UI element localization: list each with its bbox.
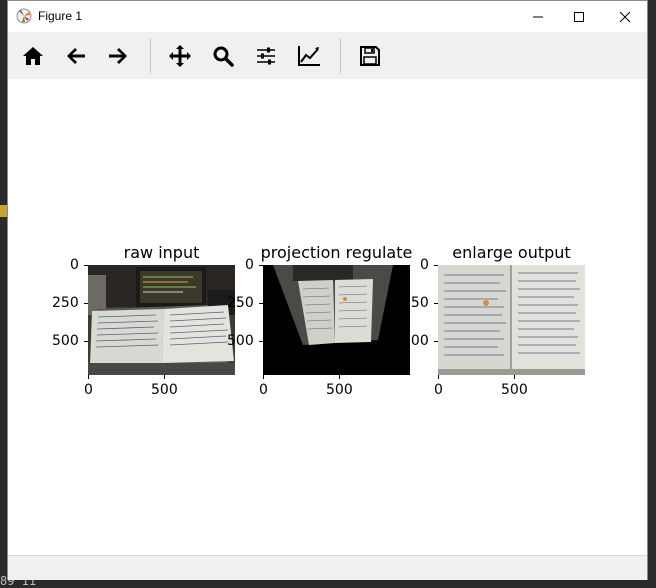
close-icon bbox=[619, 11, 631, 22]
minimize-button[interactable] bbox=[515, 1, 561, 32]
xtick-mark bbox=[438, 375, 439, 379]
ytick-label: 0 bbox=[70, 257, 79, 273]
xtick-mark bbox=[263, 375, 264, 379]
forward-arrow-icon bbox=[109, 48, 127, 64]
ytick-label: 0 bbox=[420, 257, 429, 273]
edit-axis-icon bbox=[298, 46, 320, 66]
zoom-icon bbox=[213, 46, 234, 67]
ytick-mark bbox=[434, 303, 438, 304]
ytick-label: 250 bbox=[52, 295, 79, 311]
raw-notebook-photo bbox=[88, 265, 235, 375]
ytick-mark bbox=[259, 303, 263, 304]
status-bar bbox=[8, 555, 647, 580]
xtick-mark bbox=[164, 375, 165, 379]
xtick-label: 0 bbox=[84, 382, 93, 398]
xtick-mark bbox=[88, 375, 89, 379]
edit-axis-button[interactable] bbox=[291, 38, 327, 74]
projection-regulate-image bbox=[263, 265, 410, 375]
subplot-title-enlarge-output: enlarge output bbox=[452, 243, 571, 262]
raw-input-image bbox=[88, 265, 235, 375]
back-button[interactable] bbox=[58, 38, 94, 74]
ytick-mark bbox=[259, 265, 263, 266]
figure-window: Figure 1 raw input 0 250 500 0 500 proje… bbox=[7, 0, 648, 580]
close-button[interactable] bbox=[602, 1, 648, 32]
maximize-icon bbox=[574, 11, 584, 22]
window-title: Figure 1 bbox=[38, 9, 83, 23]
ytick-label: 500 bbox=[52, 333, 79, 349]
ytick-label: 500 bbox=[227, 333, 254, 349]
ytick-mark bbox=[259, 341, 263, 342]
xtick-label: 500 bbox=[326, 382, 353, 398]
figure-canvas[interactable]: raw input 0 250 500 0 500 projection reg… bbox=[8, 79, 647, 555]
ytick-mark bbox=[434, 341, 438, 342]
xtick-label: 500 bbox=[151, 382, 178, 398]
xtick-mark bbox=[339, 375, 340, 379]
configure-subplots-icon bbox=[257, 47, 275, 65]
xtick-label: 0 bbox=[259, 382, 268, 398]
back-arrow-icon bbox=[67, 48, 85, 64]
ytick-label: 500 bbox=[402, 333, 429, 349]
toolbar-separator bbox=[150, 38, 151, 74]
pan-button[interactable] bbox=[162, 38, 198, 74]
toolbar-separator bbox=[340, 38, 341, 74]
projected-notebook-photo bbox=[263, 265, 410, 375]
save-icon bbox=[360, 46, 380, 66]
ytick-label: 0 bbox=[245, 257, 254, 273]
title-bar: Figure 1 bbox=[8, 1, 647, 32]
ytick-label: 250 bbox=[227, 295, 254, 311]
enlarge-output-image bbox=[438, 265, 585, 375]
navigation-toolbar bbox=[8, 32, 647, 79]
ytick-mark bbox=[84, 265, 88, 266]
ytick-label: 250 bbox=[402, 295, 429, 311]
home-button[interactable] bbox=[15, 38, 51, 74]
app-icon bbox=[16, 8, 32, 24]
subplot-title-projection-regulate: projection regulate bbox=[260, 243, 413, 262]
enlarged-notebook-photo bbox=[438, 265, 585, 375]
zoom-button[interactable] bbox=[205, 38, 241, 74]
xtick-label: 0 bbox=[434, 382, 443, 398]
ytick-mark bbox=[434, 265, 438, 266]
xtick-label: 500 bbox=[501, 382, 528, 398]
ytick-mark bbox=[84, 303, 88, 304]
save-button[interactable] bbox=[352, 38, 388, 74]
subplot-title-raw-input: raw input bbox=[123, 243, 200, 262]
minimize-icon bbox=[533, 16, 543, 17]
maximize-button[interactable] bbox=[556, 1, 602, 32]
configure-subplots-button[interactable] bbox=[248, 38, 284, 74]
home-icon bbox=[23, 47, 43, 65]
xtick-mark bbox=[514, 375, 515, 379]
forward-button[interactable] bbox=[100, 38, 136, 74]
ytick-mark bbox=[84, 341, 88, 342]
pan-icon bbox=[169, 45, 191, 67]
